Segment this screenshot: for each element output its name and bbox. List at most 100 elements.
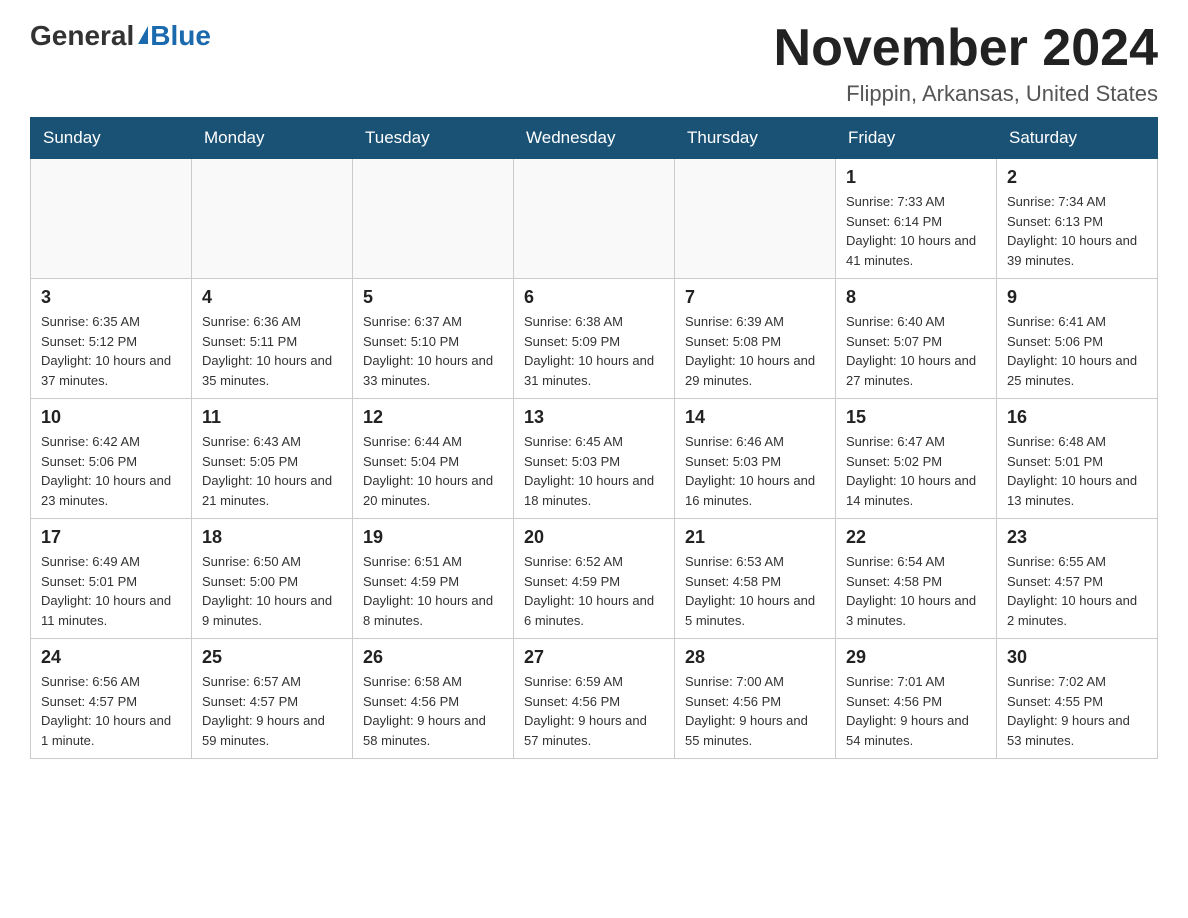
calendar-cell bbox=[31, 159, 192, 279]
day-number: 16 bbox=[1007, 407, 1147, 428]
calendar-cell: 11 Sunrise: 6:43 AMSunset: 5:05 PMDayligh… bbox=[192, 399, 353, 519]
day-info: Sunrise: 7:02 AMSunset: 4:55 PMDaylight:… bbox=[1007, 672, 1147, 750]
day-info: Sunrise: 6:57 AMSunset: 4:57 PMDaylight:… bbox=[202, 672, 342, 750]
day-info: Sunrise: 6:39 AMSunset: 5:08 PMDaylight:… bbox=[685, 312, 825, 390]
day-info: Sunrise: 6:55 AMSunset: 4:57 PMDaylight:… bbox=[1007, 552, 1147, 630]
calendar-cell: 21 Sunrise: 6:53 AMSunset: 4:58 PMDayligh… bbox=[675, 519, 836, 639]
calendar-cell: 4 Sunrise: 6:36 AMSunset: 5:11 PMDaylight… bbox=[192, 279, 353, 399]
day-info: Sunrise: 6:45 AMSunset: 5:03 PMDaylight:… bbox=[524, 432, 664, 510]
logo-general-text: General bbox=[30, 20, 134, 52]
calendar-cell: 27 Sunrise: 6:59 AMSunset: 4:56 PMDayligh… bbox=[514, 639, 675, 759]
weekday-header-friday: Friday bbox=[836, 118, 997, 159]
day-info: Sunrise: 6:49 AMSunset: 5:01 PMDaylight:… bbox=[41, 552, 181, 630]
calendar-cell bbox=[192, 159, 353, 279]
day-number: 23 bbox=[1007, 527, 1147, 548]
calendar-cell: 6Sunrise: 6:38 AMSunset: 5:09 PMDaylight… bbox=[514, 279, 675, 399]
week-row-1: 1 Sunrise: 7:33 AMSunset: 6:14 PMDaylight… bbox=[31, 159, 1158, 279]
calendar-cell: 13 Sunrise: 6:45 AMSunset: 5:03 PMDayligh… bbox=[514, 399, 675, 519]
calendar-cell: 30 Sunrise: 7:02 AMSunset: 4:55 PMDayligh… bbox=[997, 639, 1158, 759]
calendar-cell: 3 Sunrise: 6:35 AMSunset: 5:12 PMDaylight… bbox=[31, 279, 192, 399]
day-number: 14 bbox=[685, 407, 825, 428]
day-info: Sunrise: 6:56 AMSunset: 4:57 PMDaylight:… bbox=[41, 672, 181, 750]
day-number: 4 bbox=[202, 287, 342, 308]
day-number: 26 bbox=[363, 647, 503, 668]
day-info: Sunrise: 6:35 AMSunset: 5:12 PMDaylight:… bbox=[41, 312, 181, 390]
weekday-header-row: SundayMondayTuesdayWednesdayThursdayFrid… bbox=[31, 118, 1158, 159]
day-info: Sunrise: 6:48 AMSunset: 5:01 PMDaylight:… bbox=[1007, 432, 1147, 510]
month-title: November 2024 bbox=[774, 20, 1158, 77]
day-info: Sunrise: 6:43 AMSunset: 5:05 PMDaylight:… bbox=[202, 432, 342, 510]
day-number: 11 bbox=[202, 407, 342, 428]
calendar-cell: 10 Sunrise: 6:42 AMSunset: 5:06 PMDayligh… bbox=[31, 399, 192, 519]
weekday-header-saturday: Saturday bbox=[997, 118, 1158, 159]
calendar-cell: 26 Sunrise: 6:58 AMSunset: 4:56 PMDayligh… bbox=[353, 639, 514, 759]
week-row-2: 3 Sunrise: 6:35 AMSunset: 5:12 PMDaylight… bbox=[31, 279, 1158, 399]
calendar-table: SundayMondayTuesdayWednesdayThursdayFrid… bbox=[30, 117, 1158, 759]
calendar-cell: 18 Sunrise: 6:50 AMSunset: 5:00 PMDayligh… bbox=[192, 519, 353, 639]
day-info: Sunrise: 7:00 AMSunset: 4:56 PMDaylight:… bbox=[685, 672, 825, 750]
weekday-header-sunday: Sunday bbox=[31, 118, 192, 159]
day-number: 19 bbox=[363, 527, 503, 548]
calendar-cell: 1 Sunrise: 7:33 AMSunset: 6:14 PMDaylight… bbox=[836, 159, 997, 279]
calendar-cell: 5Sunrise: 6:37 AMSunset: 5:10 PMDaylight… bbox=[353, 279, 514, 399]
week-row-4: 17Sunrise: 6:49 AMSunset: 5:01 PMDayligh… bbox=[31, 519, 1158, 639]
day-number: 13 bbox=[524, 407, 664, 428]
day-info: Sunrise: 7:33 AMSunset: 6:14 PMDaylight:… bbox=[846, 192, 986, 270]
day-number: 22 bbox=[846, 527, 986, 548]
day-number: 1 bbox=[846, 167, 986, 188]
day-number: 2 bbox=[1007, 167, 1147, 188]
day-number: 25 bbox=[202, 647, 342, 668]
day-info: Sunrise: 6:46 AMSunset: 5:03 PMDaylight:… bbox=[685, 432, 825, 510]
day-number: 7 bbox=[685, 287, 825, 308]
day-info: Sunrise: 7:01 AMSunset: 4:56 PMDaylight:… bbox=[846, 672, 986, 750]
day-info: Sunrise: 6:40 AMSunset: 5:07 PMDaylight:… bbox=[846, 312, 986, 390]
calendar-cell: 7 Sunrise: 6:39 AMSunset: 5:08 PMDaylight… bbox=[675, 279, 836, 399]
calendar-cell: 17Sunrise: 6:49 AMSunset: 5:01 PMDayligh… bbox=[31, 519, 192, 639]
day-info: Sunrise: 6:59 AMSunset: 4:56 PMDaylight:… bbox=[524, 672, 664, 750]
day-info: Sunrise: 6:37 AMSunset: 5:10 PMDaylight:… bbox=[363, 312, 503, 390]
calendar-cell: 16 Sunrise: 6:48 AMSunset: 5:01 PMDayligh… bbox=[997, 399, 1158, 519]
calendar-cell bbox=[353, 159, 514, 279]
day-info: Sunrise: 6:36 AMSunset: 5:11 PMDaylight:… bbox=[202, 312, 342, 390]
calendar-cell: 28 Sunrise: 7:00 AMSunset: 4:56 PMDayligh… bbox=[675, 639, 836, 759]
day-info: Sunrise: 6:53 AMSunset: 4:58 PMDaylight:… bbox=[685, 552, 825, 630]
week-row-5: 24 Sunrise: 6:56 AMSunset: 4:57 PMDayligh… bbox=[31, 639, 1158, 759]
weekday-header-tuesday: Tuesday bbox=[353, 118, 514, 159]
day-number: 27 bbox=[524, 647, 664, 668]
calendar-cell bbox=[675, 159, 836, 279]
day-number: 28 bbox=[685, 647, 825, 668]
calendar-cell: 23 Sunrise: 6:55 AMSunset: 4:57 PMDayligh… bbox=[997, 519, 1158, 639]
logo: General Blue bbox=[30, 20, 211, 52]
page-header: General Blue November 2024 Flippin, Arka… bbox=[30, 20, 1158, 107]
day-info: Sunrise: 6:44 AMSunset: 5:04 PMDaylight:… bbox=[363, 432, 503, 510]
day-info: Sunrise: 6:47 AMSunset: 5:02 PMDaylight:… bbox=[846, 432, 986, 510]
day-number: 24 bbox=[41, 647, 181, 668]
location-title: Flippin, Arkansas, United States bbox=[774, 81, 1158, 107]
day-number: 3 bbox=[41, 287, 181, 308]
day-number: 6 bbox=[524, 287, 664, 308]
day-info: Sunrise: 6:54 AMSunset: 4:58 PMDaylight:… bbox=[846, 552, 986, 630]
calendar-cell: 15 Sunrise: 6:47 AMSunset: 5:02 PMDayligh… bbox=[836, 399, 997, 519]
day-number: 9 bbox=[1007, 287, 1147, 308]
calendar-cell: 29Sunrise: 7:01 AMSunset: 4:56 PMDayligh… bbox=[836, 639, 997, 759]
weekday-header-wednesday: Wednesday bbox=[514, 118, 675, 159]
calendar-cell: 25 Sunrise: 6:57 AMSunset: 4:57 PMDayligh… bbox=[192, 639, 353, 759]
logo-triangle-icon bbox=[138, 26, 148, 44]
calendar-cell: 9Sunrise: 6:41 AMSunset: 5:06 PMDaylight… bbox=[997, 279, 1158, 399]
calendar-cell: 2Sunrise: 7:34 AMSunset: 6:13 PMDaylight… bbox=[997, 159, 1158, 279]
calendar-cell: 14 Sunrise: 6:46 AMSunset: 5:03 PMDayligh… bbox=[675, 399, 836, 519]
day-number: 21 bbox=[685, 527, 825, 548]
day-info: Sunrise: 6:50 AMSunset: 5:00 PMDaylight:… bbox=[202, 552, 342, 630]
day-number: 18 bbox=[202, 527, 342, 548]
calendar-cell: 19Sunrise: 6:51 AMSunset: 4:59 PMDayligh… bbox=[353, 519, 514, 639]
day-info: Sunrise: 6:58 AMSunset: 4:56 PMDaylight:… bbox=[363, 672, 503, 750]
logo-blue-text: Blue bbox=[150, 20, 211, 52]
day-number: 30 bbox=[1007, 647, 1147, 668]
calendar-cell: 24 Sunrise: 6:56 AMSunset: 4:57 PMDayligh… bbox=[31, 639, 192, 759]
day-info: Sunrise: 6:52 AMSunset: 4:59 PMDaylight:… bbox=[524, 552, 664, 630]
weekday-header-monday: Monday bbox=[192, 118, 353, 159]
day-number: 10 bbox=[41, 407, 181, 428]
day-number: 15 bbox=[846, 407, 986, 428]
calendar-cell: 8Sunrise: 6:40 AMSunset: 5:07 PMDaylight… bbox=[836, 279, 997, 399]
day-info: Sunrise: 6:42 AMSunset: 5:06 PMDaylight:… bbox=[41, 432, 181, 510]
